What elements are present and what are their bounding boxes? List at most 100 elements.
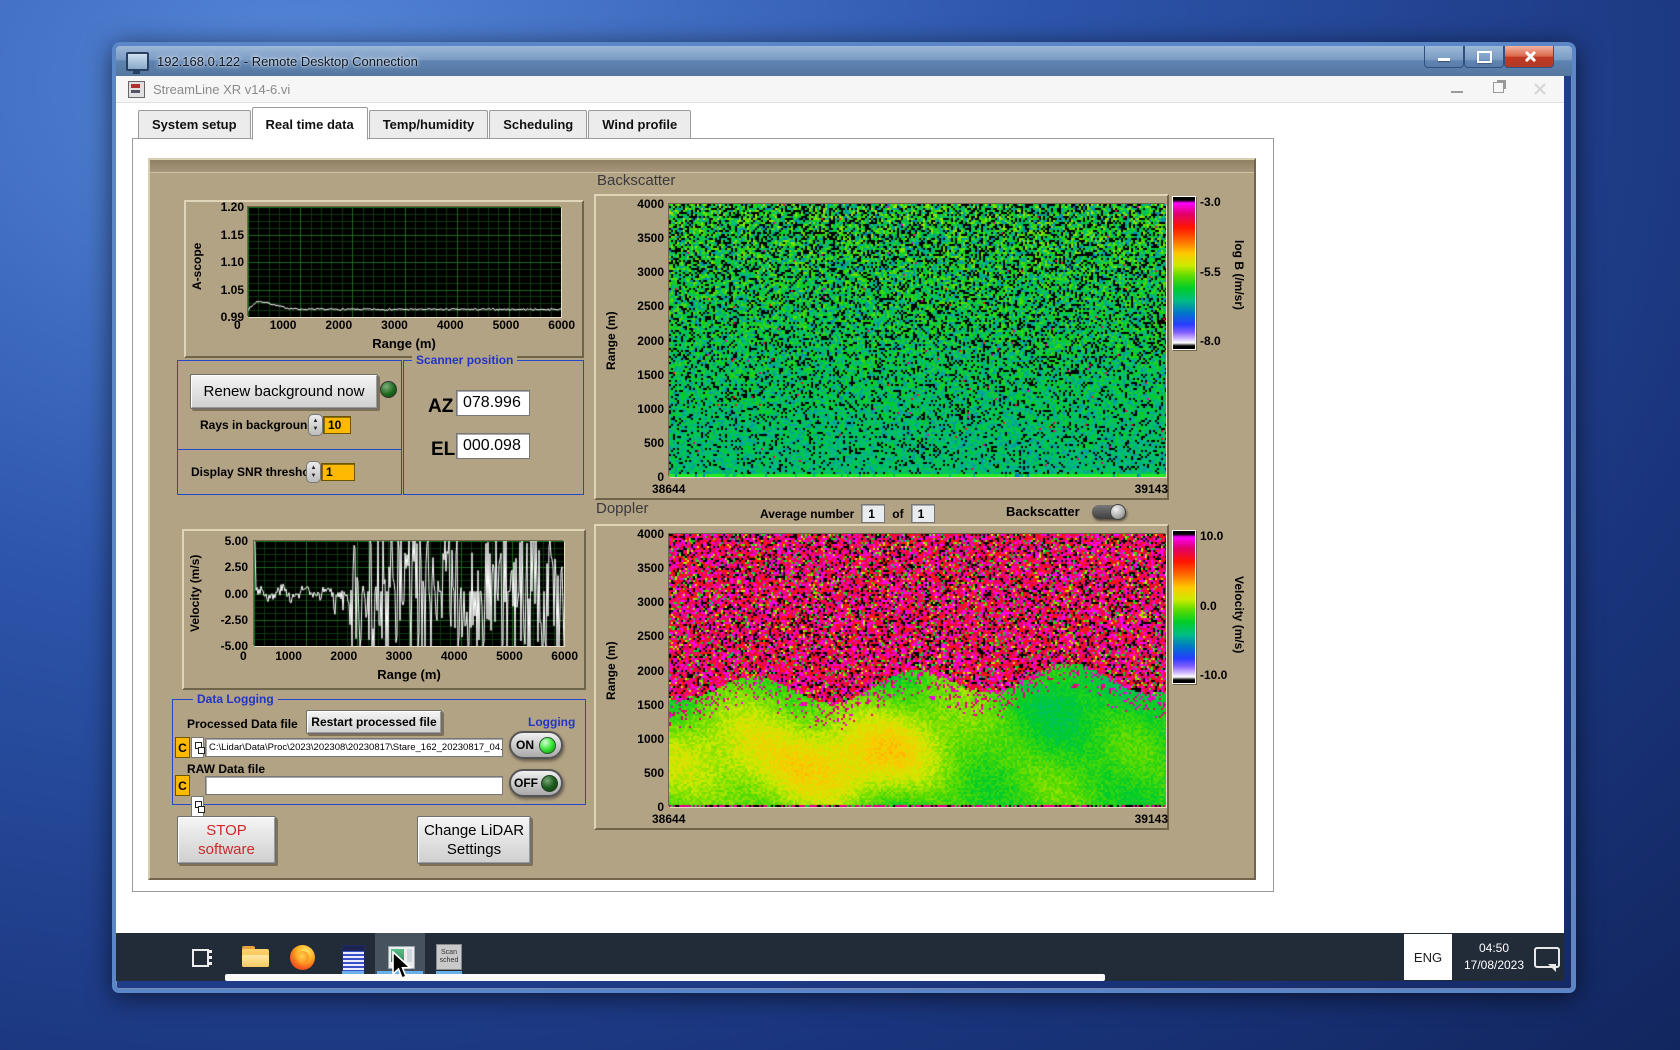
tab-temp-humidity[interactable]: Temp/humidity — [368, 110, 489, 139]
raw-path-browse-icon[interactable] — [191, 796, 205, 817]
doppler-plot-frame: Range (m) 4000 3500 3000 2500 2000 1500 1000 50… — [594, 524, 1169, 830]
spin-up-icon[interactable]: ▲ — [311, 464, 317, 472]
scanner-position-title: Scanner position — [412, 353, 518, 367]
tick-label: -5.5 — [1200, 264, 1221, 279]
stop-software-button[interactable]: STOP software — [177, 816, 276, 864]
app-title: StreamLine XR v14-6.vi — [153, 81, 291, 97]
raw-drive-selector[interactable]: C — [175, 775, 190, 796]
tick-label: 500 — [643, 435, 664, 450]
tick-label: 2500 — [637, 299, 664, 314]
tick-label: 1500 — [637, 697, 664, 712]
tick-label: 2500 — [637, 629, 664, 644]
app-restore-icon[interactable] — [1493, 82, 1504, 93]
tick-label: 39143 — [1134, 482, 1168, 496]
renew-background-button[interactable]: Renew background now — [190, 374, 378, 409]
rdp-maximize-button[interactable] — [1464, 46, 1504, 68]
backscatter-toggle-switch[interactable] — [1091, 503, 1126, 520]
vi-document-icon[interactable] — [342, 945, 365, 972]
processed-path-field[interactable]: C:\Lidar\Data\Proc\2023\202308\20230817\… — [205, 738, 503, 757]
average-of-label: of — [892, 506, 904, 521]
tick-label: 0.00 — [224, 586, 248, 601]
raw-data-file-label: RAW Data file — [187, 762, 266, 776]
tick-label: 38644 — [652, 812, 686, 826]
processed-path-browse-icon[interactable] — [191, 737, 205, 758]
tab-wind-profile[interactable]: Wind profile — [588, 110, 692, 139]
tick-label: 5000 — [496, 649, 523, 663]
tick-label: 0 — [234, 318, 241, 332]
tick-label: 1.15 — [220, 227, 244, 242]
spin-down-icon[interactable]: ▼ — [313, 425, 319, 433]
tab-system-setup[interactable]: System setup — [138, 110, 251, 139]
off-label: OFF — [514, 776, 538, 790]
tick-label: 1.05 — [220, 282, 244, 297]
spin-up-icon[interactable]: ▲ — [313, 417, 319, 425]
clock-time: 04:50 — [1478, 941, 1510, 955]
az-value-field[interactable]: 078.996 — [456, 390, 530, 416]
raw-logging-toggle[interactable]: OFF — [509, 769, 563, 797]
app-minimize-icon[interactable] — [1451, 91, 1463, 93]
backscatter-heatmap[interactable] — [669, 204, 1166, 477]
processed-logging-toggle[interactable]: ON — [509, 731, 563, 759]
tick-label: 3000 — [637, 265, 664, 280]
tick-label: 4000 — [440, 649, 468, 663]
tick-label: 3000 — [381, 318, 408, 332]
rdp-minimize-button[interactable] — [1424, 46, 1464, 68]
average-number-label: Average number — [760, 506, 855, 521]
velocity-x-ticks: 0 1000 2000 3000 4000 5000 6000 — [240, 650, 578, 662]
rays-value-field[interactable]: 10 — [323, 416, 351, 434]
language-indicator[interactable]: ENG — [1404, 934, 1452, 980]
snr-spinner[interactable]: ▲ ▼ — [306, 461, 321, 483]
close-icon — [1523, 50, 1536, 63]
doppler-heatmap[interactable] — [669, 534, 1166, 807]
file-explorer-icon[interactable] — [242, 946, 269, 968]
desktop: { "rdp": { "title": "192.168.0.122 - Rem… — [0, 0, 1680, 1050]
ascope-x-ticks: 0 1000 2000 3000 4000 5000 6000 — [234, 319, 575, 331]
maximize-icon — [1476, 50, 1492, 63]
firefox-icon[interactable] — [290, 945, 315, 970]
stop-software-line2: software — [198, 841, 255, 858]
ascope-x-axis-label: Range (m) — [372, 336, 436, 351]
tick-label: 1.20 — [220, 200, 244, 214]
taskbar-clock[interactable]: 04:50 17/08/2023 — [1456, 940, 1532, 974]
tick-label: 2000 — [330, 649, 358, 663]
tick-label: 0 — [240, 649, 247, 663]
raw-path-field[interactable] — [205, 776, 503, 795]
tick-label: -2.50 — [220, 612, 248, 627]
average-number-field[interactable]: 1 — [861, 504, 886, 523]
processed-drive-selector[interactable]: C — [175, 737, 190, 758]
ascope-y-ticks: 1.20 1.15 1.10 1.05 0.99 — [204, 201, 244, 323]
backscatter-y-ticks: 4000 3500 3000 2500 2000 1500 1000 500 0 — [624, 198, 664, 483]
task-view-icon[interactable] — [190, 946, 212, 968]
tick-label: 3500 — [637, 231, 664, 246]
snr-value-field[interactable]: 1 — [321, 463, 355, 481]
tick-label: 5.00 — [224, 534, 248, 548]
change-lidar-line2: Settings — [446, 841, 502, 858]
front-panel: A-scope 1.20 1.15 1.10 1.05 0.99 0 1000 2000 30… — [148, 158, 1256, 880]
rdp-titlebar[interactable]: 192.168.0.122 - Remote Desktop Connectio… — [116, 46, 1572, 76]
snr-threshold-box: Display SNR threshold ▲ ▼ 1 — [177, 449, 402, 495]
raw-logging-led — [541, 774, 558, 792]
app-titlebar[interactable]: StreamLine XR v14-6.vi — [116, 76, 1564, 103]
tab-real-time-data[interactable]: Real time data — [251, 107, 368, 140]
el-label: EL — [431, 439, 456, 460]
tick-label: 500 — [643, 765, 664, 780]
restart-processed-file-button[interactable]: Restart processed file — [306, 710, 442, 734]
velocity-plot[interactable] — [254, 541, 564, 646]
ascope-plot[interactable] — [248, 207, 561, 317]
rdp-horizontal-scrollbar[interactable] — [225, 974, 1105, 981]
rdp-close-button[interactable] — [1504, 46, 1554, 68]
tick-label: 1500 — [637, 367, 664, 382]
change-lidar-settings-button[interactable]: Change LiDAR Settings — [417, 816, 531, 864]
scan-scheduler-icon[interactable]: Scan sched — [436, 944, 462, 970]
app-close-icon[interactable] — [1534, 82, 1546, 94]
spin-down-icon[interactable]: ▼ — [311, 472, 317, 480]
el-value-field[interactable]: 000.098 — [456, 433, 530, 459]
rays-spinner[interactable]: ▲ ▼ — [308, 414, 323, 436]
tab-scheduling[interactable]: Scheduling — [489, 110, 588, 139]
average-total-field[interactable]: 1 — [910, 504, 935, 523]
az-label: AZ — [428, 396, 454, 417]
notification-center-icon[interactable] — [1534, 947, 1560, 972]
remote-taskbar: Scan sched ENG 04:50 17/08/2023 — [116, 933, 1564, 981]
doppler-colorbar-group: 10.0 0.0 -10.0 Velocity (m/s) — [1172, 528, 1258, 698]
rdp-window-title: 192.168.0.122 - Remote Desktop Connectio… — [157, 53, 418, 69]
